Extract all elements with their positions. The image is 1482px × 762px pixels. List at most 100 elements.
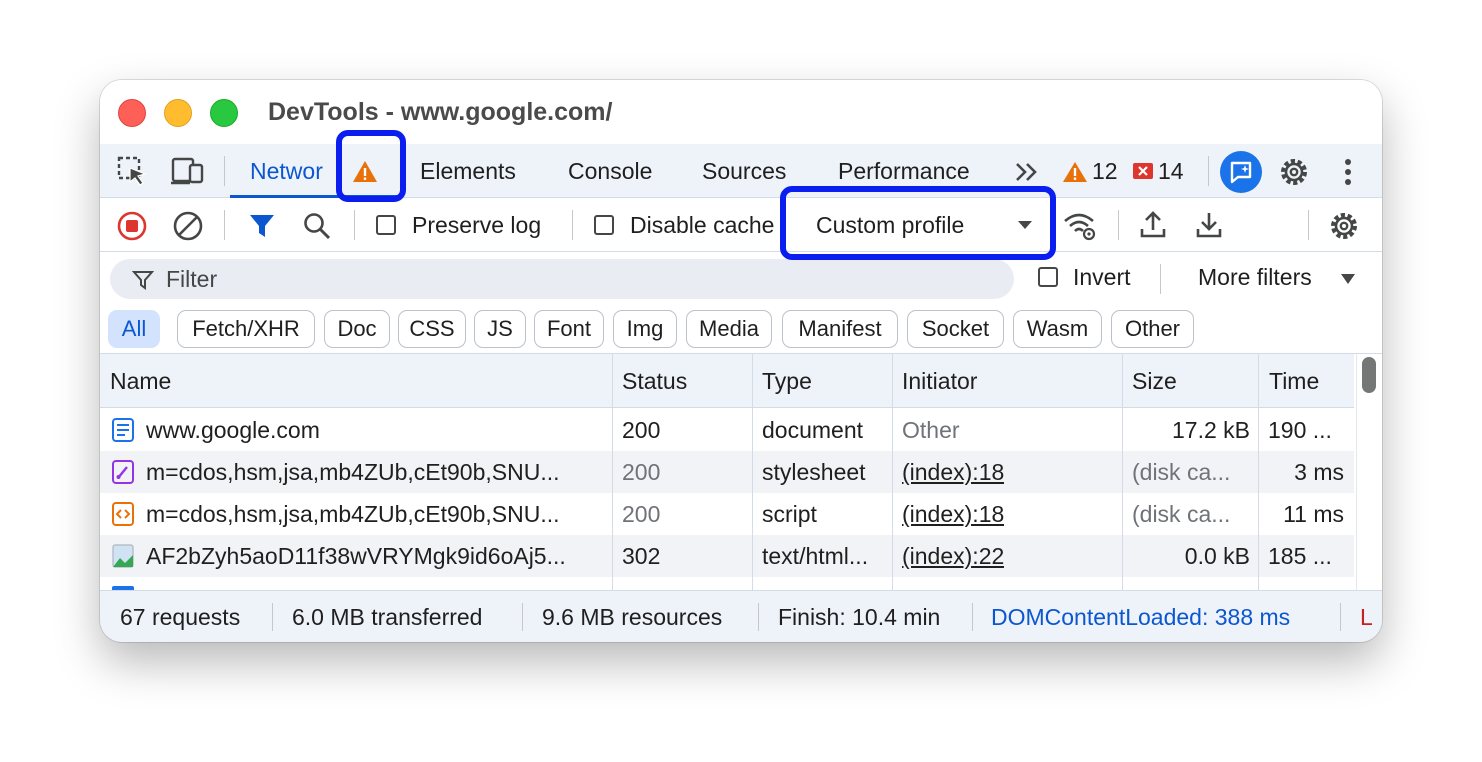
tabs-separator [224,156,225,186]
cell-time: 3 ms [1294,459,1344,485]
column-divider [612,354,613,590]
dom-content-loaded-time: DOMContentLoaded: 388 ms [991,604,1291,630]
table-scrollbar[interactable] [1356,354,1382,590]
import-har-upload-icon[interactable] [1136,208,1170,242]
cell-size: 0.0 kB [1184,543,1250,569]
scrollbar-thumb[interactable] [1362,357,1376,393]
filter-input[interactable]: Filter [110,259,1014,299]
cell-initiator-link[interactable]: (index):18 [902,501,1004,528]
requests-table: Name Status Type Initiator Size Time www… [100,354,1354,590]
table-header: Name Status Type Initiator Size Time [100,354,1354,408]
table-row[interactable]: m=cdos,hsm,jsa,mb4ZUb,cEt90b,SNU... 200 … [100,493,1354,535]
table-row[interactable]: m=cdos,hsm,jsa,mb4ZUb,cEt90b,SNU... 200 … [100,451,1354,493]
summary-separator [758,603,759,631]
invert-label: Invert [1073,264,1131,290]
column-divider [892,354,893,590]
cell-size: (disk ca... [1132,501,1231,527]
cell-initiator: Other [902,417,960,443]
warning-triangle-icon [1063,161,1087,182]
filter-row: Filter Invert More filters [100,252,1382,306]
tab-console[interactable]: Console [568,158,652,185]
cell-name: m=cdos,hsm,jsa,mb4ZUb,cEt90b,SNU... [146,501,560,527]
cell-type: document [762,417,864,443]
cell-time: 11 ms [1283,501,1344,527]
column-header-size[interactable]: Size [1132,368,1177,395]
minimize-window-button[interactable] [164,99,192,127]
chip-manifest[interactable]: Manifest [782,310,898,348]
cell-name: m=cdos,hsm,jsa,mb4ZUb,cEt90b,SNU... [146,459,560,485]
tab-performance[interactable]: Performance [838,158,970,185]
chip-socket[interactable]: Socket [907,310,1004,348]
cell-initiator-link[interactable]: (index):18 [902,459,1004,486]
chip-font[interactable]: Font [534,310,604,348]
panel-tabs-bar: Networ Elements Console Sources Performa… [100,144,1382,198]
cell-status: 200 [622,459,661,485]
zoom-window-button[interactable] [210,99,238,127]
tab-elements[interactable]: Elements [420,158,516,185]
column-header-time[interactable]: Time [1269,368,1319,395]
resources-size: 9.6 MB resources [542,604,723,630]
chip-media[interactable]: Media [686,310,772,348]
chip-all[interactable]: All [108,310,160,348]
tab-sources[interactable]: Sources [702,158,786,185]
chip-other[interactable]: Other [1111,310,1194,348]
window-title: DevTools - www.google.com/ [268,98,613,126]
cell-name: AF2bZyh5aoD11f38wVRYMgk9id6oAj5... [146,543,566,569]
table-row[interactable] [100,577,1354,590]
action-separator-3 [572,210,573,240]
action-separator-1 [224,210,225,240]
column-header-name[interactable]: Name [110,368,171,395]
cell-type: stylesheet [762,459,866,485]
script-icon [112,502,134,526]
ai-assistance-icon[interactable] [1220,151,1262,193]
summary-separator [272,603,273,631]
filter-separator [1160,264,1161,294]
search-icon[interactable] [300,210,334,242]
error-icon [1133,162,1153,179]
disable-cache-checkbox[interactable] [594,215,614,235]
table-row[interactable]: www.google.com 200 document Other 17.2 k… [100,409,1354,451]
settings-gear-icon[interactable] [1276,154,1312,190]
chip-wasm[interactable]: Wasm [1013,310,1102,348]
table-row[interactable]: AF2bZyh5aoD11f38wVRYMgk9id6oAj5... 302 t… [100,535,1354,577]
transferred-size: 6.0 MB transferred [292,604,483,630]
tab-network[interactable]: Networ [250,158,340,185]
column-header-status[interactable]: Status [622,368,687,395]
cell-status: 200 [622,501,661,527]
network-conditions-wifi-gear-icon[interactable] [1062,210,1098,242]
chip-css[interactable]: CSS [398,310,466,348]
close-window-button[interactable] [118,99,146,127]
cell-name: www.google.com [146,417,320,443]
more-filters-button[interactable]: More filters [1198,264,1312,291]
throttling-select-highlight [780,186,1056,260]
chip-fetch-xhr[interactable]: Fetch/XHR [177,310,315,348]
invert-checkbox[interactable] [1038,267,1058,287]
resource-type-filters: All Fetch/XHR Doc CSS JS Font Img Media … [100,306,1382,354]
filter-placeholder: Filter [166,265,218,292]
more-tabs-chevron-icon[interactable] [1012,158,1042,186]
network-action-bar: Preserve log Disable cache Custom profil… [100,198,1382,252]
chip-img[interactable]: Img [613,310,677,348]
export-har-download-icon[interactable] [1192,208,1226,242]
warnings-count: 12 [1092,158,1118,184]
network-settings-gear-icon[interactable] [1326,208,1362,244]
column-header-initiator[interactable]: Initiator [902,368,977,395]
filter-funnel-icon[interactable] [246,210,278,242]
action-separator-4 [1118,210,1119,240]
chip-doc[interactable]: Doc [324,310,390,348]
preserve-log-checkbox[interactable] [376,215,396,235]
image-icon [112,544,134,568]
more-options-kebab-icon[interactable] [1336,156,1360,188]
cell-time: 185 ... [1268,543,1332,569]
inspect-element-icon[interactable] [116,156,150,186]
errors-counter[interactable]: 14 [1132,158,1184,185]
cell-type: text/html... [762,543,869,569]
cell-initiator-link[interactable]: (index):22 [902,543,1004,570]
requests-count: 67 requests [120,604,241,630]
device-toolbar-icon[interactable] [170,156,206,186]
stop-recording-icon[interactable] [116,210,148,242]
chip-js[interactable]: JS [474,310,526,348]
column-header-type[interactable]: Type [762,368,812,395]
warnings-counter[interactable]: 12 [1062,158,1118,185]
clear-icon[interactable] [172,210,204,242]
